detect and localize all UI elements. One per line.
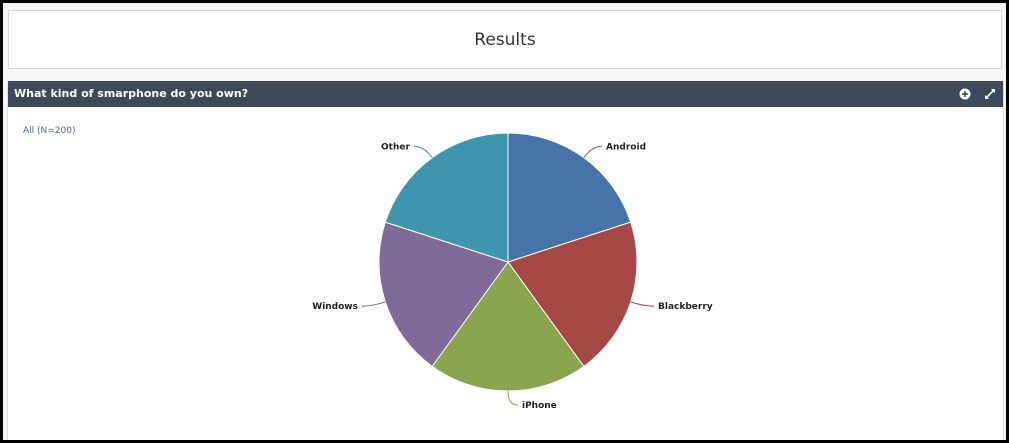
question-title: What kind of smarphone do you own? (14, 87, 249, 100)
pie-label-iphone: iPhone (522, 401, 557, 411)
pie-connector-other (413, 145, 433, 158)
plus-circle-icon[interactable] (958, 87, 972, 101)
results-header: Results (8, 10, 1002, 69)
chart-panel: What kind of smarphone do you own? All (… (7, 81, 1004, 440)
app-frame: Results What kind of smarphone do you ow… (3, 3, 1006, 440)
pie-connector-blackberry (630, 301, 655, 307)
pie-label-other: Other (381, 142, 410, 152)
pie-chart: Android Blackberry iPhone Windows Other (312, 132, 713, 411)
panel-header: What kind of smarphone do you own? (8, 81, 1003, 107)
pie-connector-android (583, 145, 603, 158)
expand-icon[interactable] (983, 87, 997, 101)
pie-label-android: Android (606, 142, 646, 152)
pie-connector-iphone (507, 390, 519, 406)
page-title: Results (474, 29, 536, 50)
pie-connector-windows (361, 301, 386, 307)
pie-label-windows: Windows (312, 302, 358, 312)
pie-label-blackberry: Blackberry (658, 302, 713, 312)
